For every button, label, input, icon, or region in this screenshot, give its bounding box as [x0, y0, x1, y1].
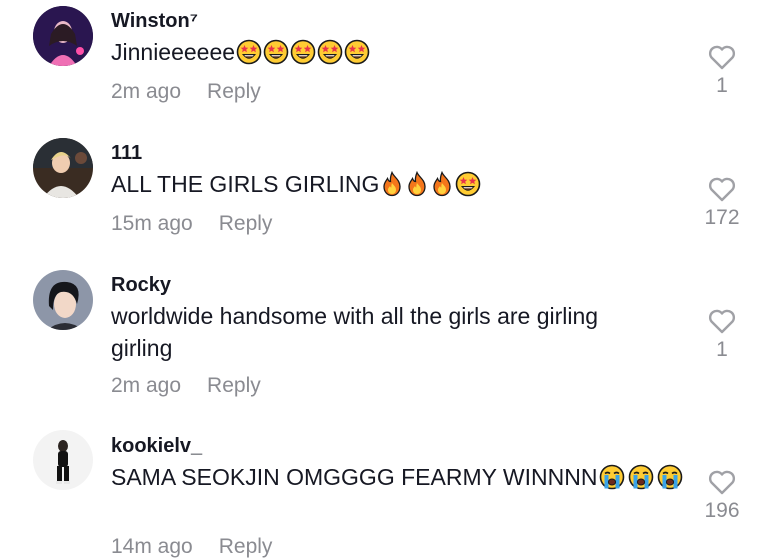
- avatar[interactable]: [33, 138, 93, 198]
- comment-time: 2m ago: [111, 374, 182, 397]
- loudly-crying-emoji-icon: [656, 464, 684, 498]
- like-button[interactable]: 1: [700, 308, 744, 362]
- comment-username[interactable]: 111: [111, 142, 142, 165]
- emoji-row: [379, 170, 481, 197]
- reply-button[interactable]: Reply: [207, 374, 261, 397]
- like-count: 172: [704, 206, 740, 229]
- like-count: 1: [716, 338, 728, 361]
- comment-text-content: SAMA SEOKJIN OMGGGG FEARMY WINNNN: [111, 464, 598, 490]
- fire-emoji-icon: [405, 170, 429, 205]
- loudly-crying-emoji-icon: [627, 464, 655, 498]
- comment-time: 2m ago: [111, 80, 182, 103]
- comment-text: Jinnieeeeee: [111, 36, 671, 73]
- comment-time: 15m ago: [111, 212, 193, 235]
- heart-icon: [708, 309, 736, 334]
- comment-text: worldwide handsome with all the girls ar…: [111, 300, 651, 364]
- comment-text: SAMA SEOKJIN OMGGGG FEARMY WINNNN: [111, 461, 691, 498]
- comment-username[interactable]: Winston⁷: [111, 10, 198, 33]
- comment-meta: 2m ago Reply: [111, 80, 261, 104]
- like-count: 1: [716, 74, 728, 97]
- star-struck-emoji-icon: [290, 39, 316, 73]
- avatar[interactable]: [33, 270, 93, 330]
- like-count: 196: [704, 499, 740, 522]
- comment-text-content: ALL THE GIRLS GIRLING: [111, 171, 380, 197]
- star-struck-emoji-icon: [236, 39, 262, 73]
- comment-meta: 14m ago Reply: [111, 535, 272, 559]
- comment-text-content: Jinnieeeeee: [111, 39, 236, 65]
- loudly-crying-emoji-icon: [598, 464, 626, 498]
- heart-icon: [708, 45, 736, 70]
- star-struck-emoji-icon: [317, 39, 343, 73]
- avatar[interactable]: [33, 430, 93, 490]
- emoji-row: [597, 464, 684, 490]
- fire-emoji-icon: [430, 170, 454, 205]
- like-button[interactable]: 196: [700, 469, 744, 523]
- reply-button[interactable]: Reply: [207, 80, 261, 103]
- star-struck-emoji-icon: [344, 39, 370, 73]
- star-struck-emoji-icon: [455, 171, 481, 205]
- heart-icon: [708, 470, 736, 495]
- avatar[interactable]: [33, 6, 93, 66]
- fire-emoji-icon: [380, 170, 404, 205]
- comment-text: ALL THE GIRLS GIRLING: [111, 168, 671, 205]
- like-button[interactable]: 172: [700, 176, 744, 230]
- like-button[interactable]: 1: [700, 44, 744, 98]
- comment-username[interactable]: kookielv_: [111, 435, 202, 458]
- comment-meta: 15m ago Reply: [111, 212, 272, 236]
- comment-time: 14m ago: [111, 535, 193, 558]
- heart-icon: [708, 177, 736, 202]
- reply-button[interactable]: Reply: [219, 212, 273, 235]
- comment-username[interactable]: Rocky: [111, 274, 171, 297]
- reply-button[interactable]: Reply: [219, 535, 273, 558]
- comment-meta: 2m ago Reply: [111, 374, 261, 398]
- emoji-row: [235, 39, 370, 65]
- comment-text-content: worldwide handsome with all the girls ar…: [111, 303, 599, 361]
- star-struck-emoji-icon: [263, 39, 289, 73]
